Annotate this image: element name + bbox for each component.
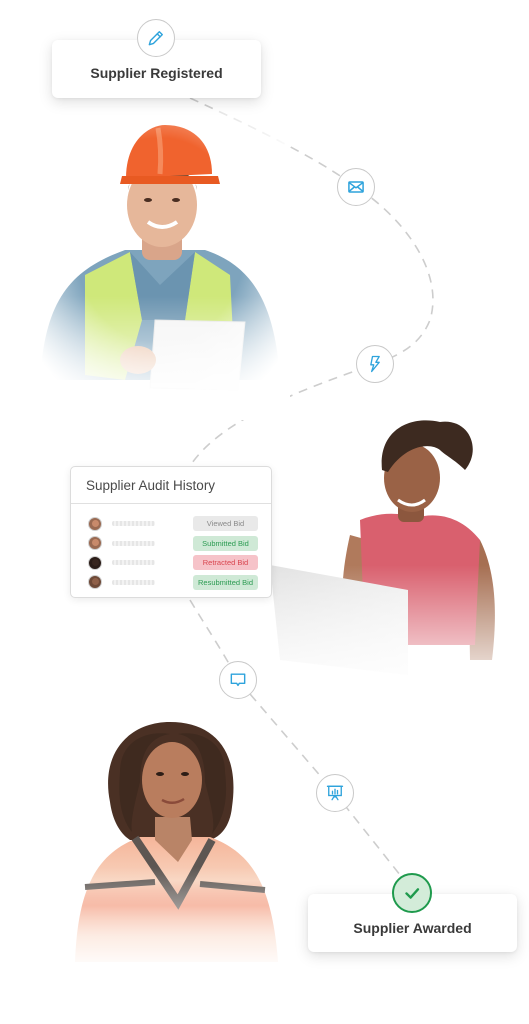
presentation-chart-icon-badge <box>316 774 354 812</box>
audit-row: Submitted Bid <box>88 534 258 554</box>
supplier-audit-history-card: Supplier Audit History Viewed Bid Submit… <box>70 466 272 598</box>
status-badge-resubmitted: Resubmitted Bid <box>193 574 258 590</box>
supplier-registered-label: Supplier Registered <box>90 65 223 81</box>
avatar-woman-dark-hair <box>88 555 102 570</box>
presentation-chart-icon <box>326 785 344 801</box>
woman-portrait-photo <box>60 712 290 970</box>
name-placeholder <box>112 560 155 566</box>
name-placeholder <box>112 579 155 585</box>
mail-icon-badge <box>337 168 375 206</box>
lightning-bolt-icon <box>370 355 380 373</box>
audit-row: Resubmitted Bid <box>88 573 258 593</box>
audit-card-title: Supplier Audit History <box>71 467 271 504</box>
woman-with-laptop-photo <box>270 400 529 700</box>
mail-icon <box>348 181 364 193</box>
avatar-man-beard <box>88 516 102 531</box>
status-badge-submitted: Submitted Bid <box>193 535 258 551</box>
avatar-man-short-hair <box>88 575 102 590</box>
check-circle-icon-badge <box>392 873 432 913</box>
name-placeholder <box>112 521 155 527</box>
status-badge-viewed: Viewed Bid <box>193 516 258 532</box>
chat-bubble-icon <box>230 673 246 687</box>
status-badge-retracted: Retracted Bid <box>193 555 258 571</box>
audit-row: Retracted Bid <box>88 553 258 573</box>
construction-worker-photo <box>30 110 290 420</box>
supplier-awarded-label: Supplier Awarded <box>353 920 472 936</box>
pencil-icon-badge <box>137 19 175 57</box>
name-placeholder <box>112 540 155 546</box>
check-circle-icon <box>405 888 420 899</box>
audit-history-list: Viewed Bid Submitted Bid Retracted Bid R… <box>71 504 271 592</box>
pencil-icon <box>148 31 163 46</box>
chat-bubble-icon-badge <box>219 661 257 699</box>
lightning-bolt-icon-badge <box>356 345 394 383</box>
audit-row: Viewed Bid <box>88 514 258 534</box>
avatar-man-beard <box>88 536 102 551</box>
